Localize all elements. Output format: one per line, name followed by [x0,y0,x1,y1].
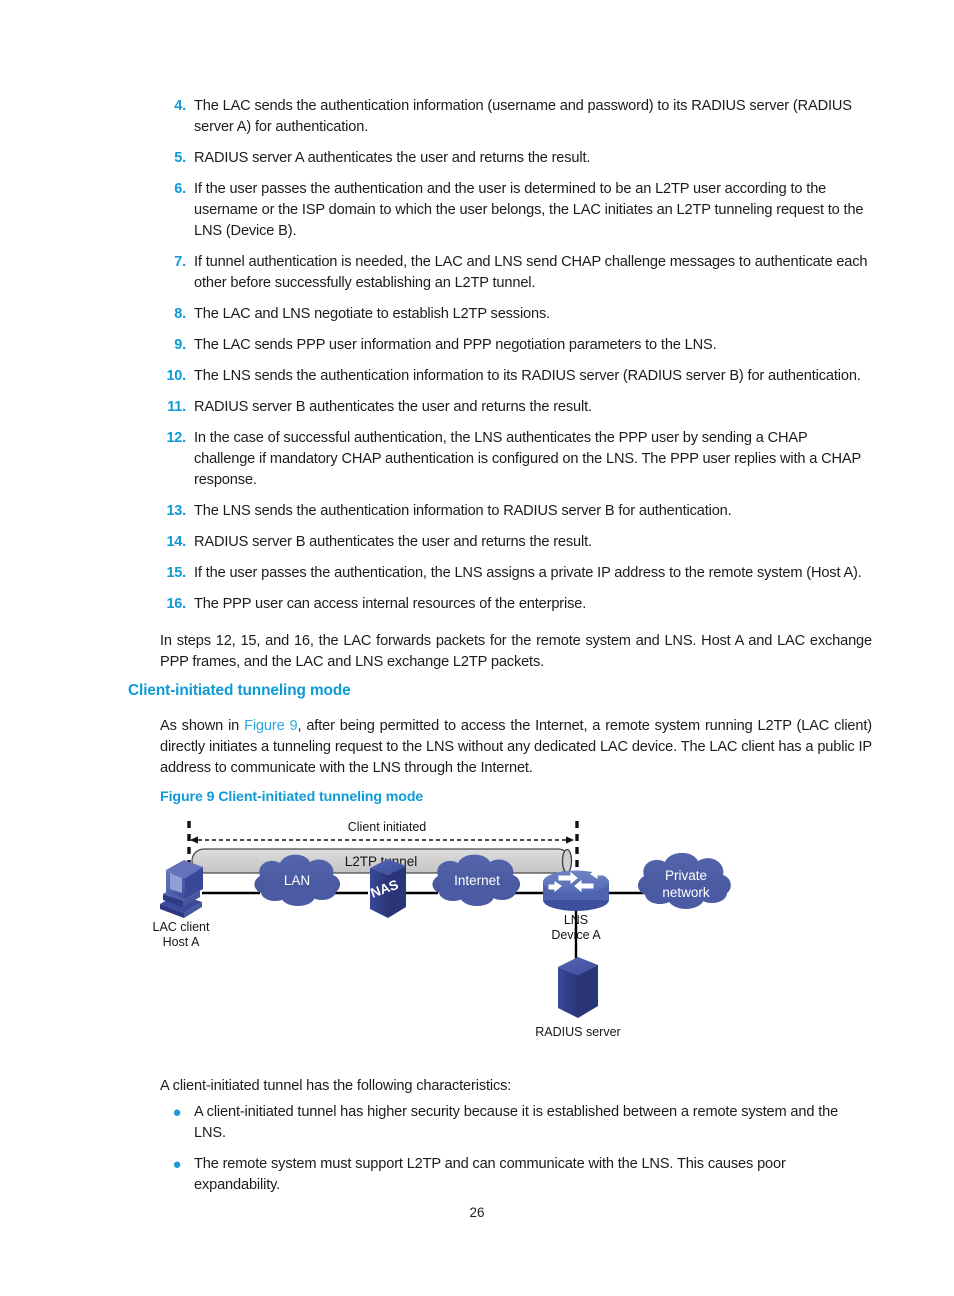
list-item: 10. The LNS sends the authentication inf… [160,366,872,387]
list-item-text: The LAC and LNS negotiate to establish L… [194,306,551,322]
list-item: 7. If tunnel authentication is needed, t… [160,252,872,294]
list-item: 6. If the user passes the authentication… [160,179,872,242]
list-item-text: The PPP user can access internal resourc… [194,596,587,612]
list-item-text: The remote system must support L2TP and … [194,1156,786,1193]
list-item: ● A client-initiated tunnel has higher s… [160,1102,872,1144]
list-item: 15. If the user passes the authenticatio… [160,563,872,584]
lns-label-line1: LNS [564,913,588,927]
list-item-text: RADIUS server B authenticates the user a… [194,399,592,415]
list-item-marker: 12. [166,430,186,446]
list-item-marker: 16. [166,596,186,612]
list-item: 14. RADIUS server B authenticates the us… [160,532,872,553]
list-item-marker: 13. [166,503,186,519]
figure-caption: Figure 9 Client-initiated tunneling mode [160,789,424,805]
lns-router-icon [543,867,609,911]
internet-label: Internet [454,873,500,888]
client-initiated-label: Client initiated [348,820,427,834]
list-item-marker: 15. [166,565,186,581]
list-item: 5. RADIUS server A authenticates the use… [160,148,872,169]
lac-client-label-line2: Host A [163,935,200,949]
list-item: 13. The LNS sends the authentication inf… [160,501,872,522]
list-item-marker: 8. [174,306,186,322]
list-item-marker: 10. [166,368,186,384]
list-item: 4. The LAC sends the authentication info… [160,96,872,138]
arrow-head-right [566,836,574,844]
arrow-head-left [190,836,198,844]
list-item: 9. The LAC sends PPP user information an… [160,335,872,356]
nas-device-icon: NAS [368,859,406,918]
list-item-marker: 11. [167,399,186,415]
lan-label: LAN [284,873,310,888]
private-network-label-line2: network [662,885,710,900]
list-item-text: The LNS sends the authentication informa… [194,368,861,384]
lac-client-label-line1: LAC client [153,920,210,934]
list-item-text: If tunnel authentication is needed, the … [194,254,868,291]
document-page: 4. The LAC sends the authentication info… [0,0,954,1296]
list-item: 12. In the case of successful authentica… [160,428,872,491]
characteristics-intro: A client-initiated tunnel has the follow… [160,1078,512,1094]
lns-label-line2: Device A [551,928,601,942]
radius-server-label: RADIUS server [535,1025,620,1039]
list-item-marker: 6. [174,181,186,197]
list-item-marker: 5. [174,150,186,166]
list-item-marker: 14. [166,534,186,550]
list-item-text: In the case of successful authentication… [194,430,861,488]
list-item-text: A client-initiated tunnel has higher sec… [194,1104,839,1141]
list-item-text: RADIUS server B authenticates the user a… [194,534,592,550]
section-heading: Client-initiated tunneling mode [128,682,351,699]
list-item-text: The LNS sends the authentication informa… [194,503,732,519]
radius-server-icon [558,957,598,1018]
list-item-text: The LAC sends the authentication informa… [194,98,852,135]
list-item: 16. The PPP user can access internal res… [160,594,872,615]
network-diagram: Client initiated L2TP tunnel LAC client … [150,812,790,1062]
list-item-marker: 4. [174,98,186,114]
list-item: 11. RADIUS server B authenticates the us… [160,397,872,418]
list-item-text: If the user passes the authentication an… [194,181,864,239]
page-number: 26 [469,1205,485,1220]
lac-client-icon [160,860,203,918]
bullet-icon: ● [172,1104,182,1121]
intro-text-before: As shown in [160,718,245,734]
list-item-marker: 7. [174,254,186,270]
list-item: 8. The LAC and LNS negotiate to establis… [160,304,872,325]
figure-9-link[interactable]: Figure 9 [244,718,298,734]
steps-summary-paragraph: In steps 12, 15, and 16, the LAC forward… [160,633,872,670]
tunnel-end-ellipse [561,848,573,874]
characteristics-bullet-list: ● A client-initiated tunnel has higher s… [160,1102,872,1206]
private-network-label-line1: Private [665,868,707,883]
list-item-text: If the user passes the authentication, t… [194,565,862,581]
bullet-icon: ● [172,1156,182,1173]
numbered-step-list: 4. The LAC sends the authentication info… [160,96,872,625]
list-item-text: The LAC sends PPP user information and P… [194,337,717,353]
section-intro-paragraph: As shown in Figure 9, after being permit… [160,716,872,779]
list-item: ● The remote system must support L2TP an… [160,1154,872,1196]
list-item-text: RADIUS server A authenticates the user a… [194,150,591,166]
list-item-marker: 9. [174,337,186,353]
